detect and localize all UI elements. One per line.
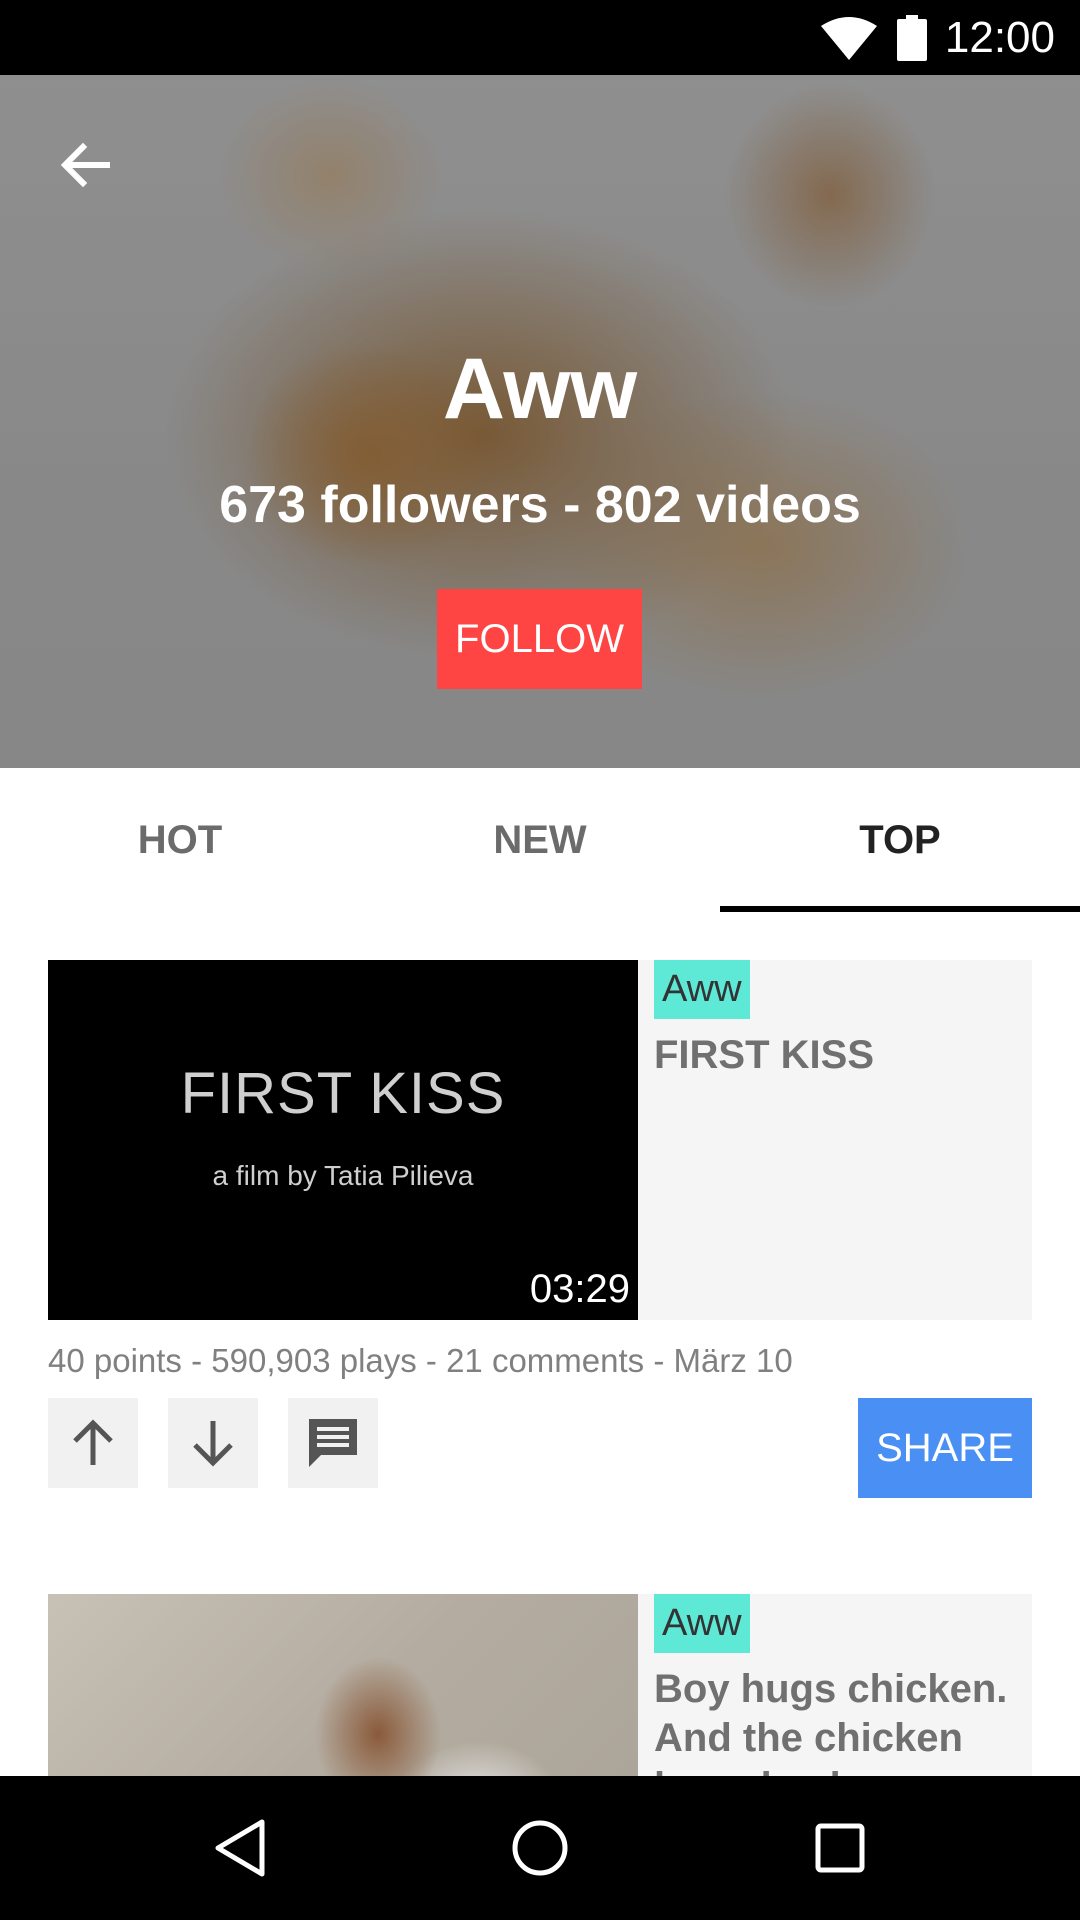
wifi-icon bbox=[820, 17, 877, 60]
thumbnail-credit-text: a film by Tatia Pilieva bbox=[212, 1160, 474, 1191]
status-bar: 12:00 bbox=[0, 0, 1080, 75]
arrow-back-icon bbox=[60, 142, 110, 188]
video-thumbnail[interactable] bbox=[48, 1594, 638, 1776]
tab-top[interactable]: TOP bbox=[720, 768, 1080, 912]
video-title[interactable]: FIRST KISS bbox=[654, 1031, 1016, 1080]
video-thumbnail[interactable]: FIRST KISS a film by Tatia Pilieva 03:29 bbox=[48, 960, 638, 1320]
tab-new[interactable]: NEW bbox=[360, 768, 720, 912]
video-duration: 03:29 bbox=[529, 1267, 630, 1311]
battery-icon bbox=[896, 15, 927, 61]
video-card-top: FIRST KISS a film by Tatia Pilieva 03:29… bbox=[48, 960, 1032, 1320]
channel-header: Aww 673 followers - 802 videos FOLLOW bbox=[0, 75, 1080, 768]
video-feed[interactable]: FIRST KISS a film by Tatia Pilieva 03:29… bbox=[0, 912, 1080, 1776]
nav-home-button[interactable] bbox=[500, 1808, 580, 1888]
arrow-down-icon bbox=[193, 1421, 233, 1467]
category-tag[interactable]: Aww bbox=[654, 1594, 750, 1653]
status-icons: 12:00 bbox=[819, 8, 1055, 68]
thumbnail-title-text: FIRST KISS bbox=[180, 1061, 506, 1126]
recents-square-icon bbox=[815, 1823, 865, 1873]
video-title[interactable]: Boy hugs chicken. And the chicken hugs b… bbox=[654, 1665, 1016, 1776]
video-meta: 40 points - 590,903 plays - 21 comments … bbox=[48, 1342, 793, 1379]
downvote-button[interactable] bbox=[168, 1398, 258, 1488]
channel-title: Aww bbox=[442, 341, 638, 437]
back-button[interactable] bbox=[50, 130, 120, 200]
video-card: FIRST KISS a film by Tatia Pilieva 03:29… bbox=[48, 960, 1032, 1498]
nav-recents-button[interactable] bbox=[800, 1808, 880, 1888]
comments-button[interactable] bbox=[288, 1398, 378, 1488]
share-button[interactable]: SHARE bbox=[858, 1398, 1032, 1498]
video-card: Aww Boy hugs chicken. And the chicken hu… bbox=[48, 1594, 1032, 1776]
clock: 12:00 bbox=[944, 13, 1055, 62]
system-nav-bar bbox=[0, 1776, 1080, 1920]
back-triangle-icon bbox=[215, 1819, 265, 1877]
nav-back-button[interactable] bbox=[200, 1808, 280, 1888]
video-actions: SHARE bbox=[48, 1398, 1032, 1498]
upvote-button[interactable] bbox=[48, 1398, 138, 1488]
comment-icon bbox=[309, 1419, 357, 1467]
tab-hot[interactable]: HOT bbox=[0, 768, 360, 912]
arrow-up-icon bbox=[73, 1419, 113, 1465]
tab-bar: HOT NEW TOP bbox=[0, 768, 1080, 912]
channel-stats: 673 followers - 802 videos bbox=[219, 476, 861, 534]
video-info-panel[interactable]: Aww Boy hugs chicken. And the chicken hu… bbox=[638, 1594, 1032, 1776]
category-tag[interactable]: Aww bbox=[654, 960, 750, 1019]
video-info-panel[interactable]: Aww FIRST KISS bbox=[638, 960, 1032, 1320]
follow-button[interactable]: FOLLOW bbox=[437, 589, 642, 689]
home-circle-icon bbox=[512, 1820, 568, 1876]
video-card-top: Aww Boy hugs chicken. And the chicken hu… bbox=[48, 1594, 1032, 1776]
